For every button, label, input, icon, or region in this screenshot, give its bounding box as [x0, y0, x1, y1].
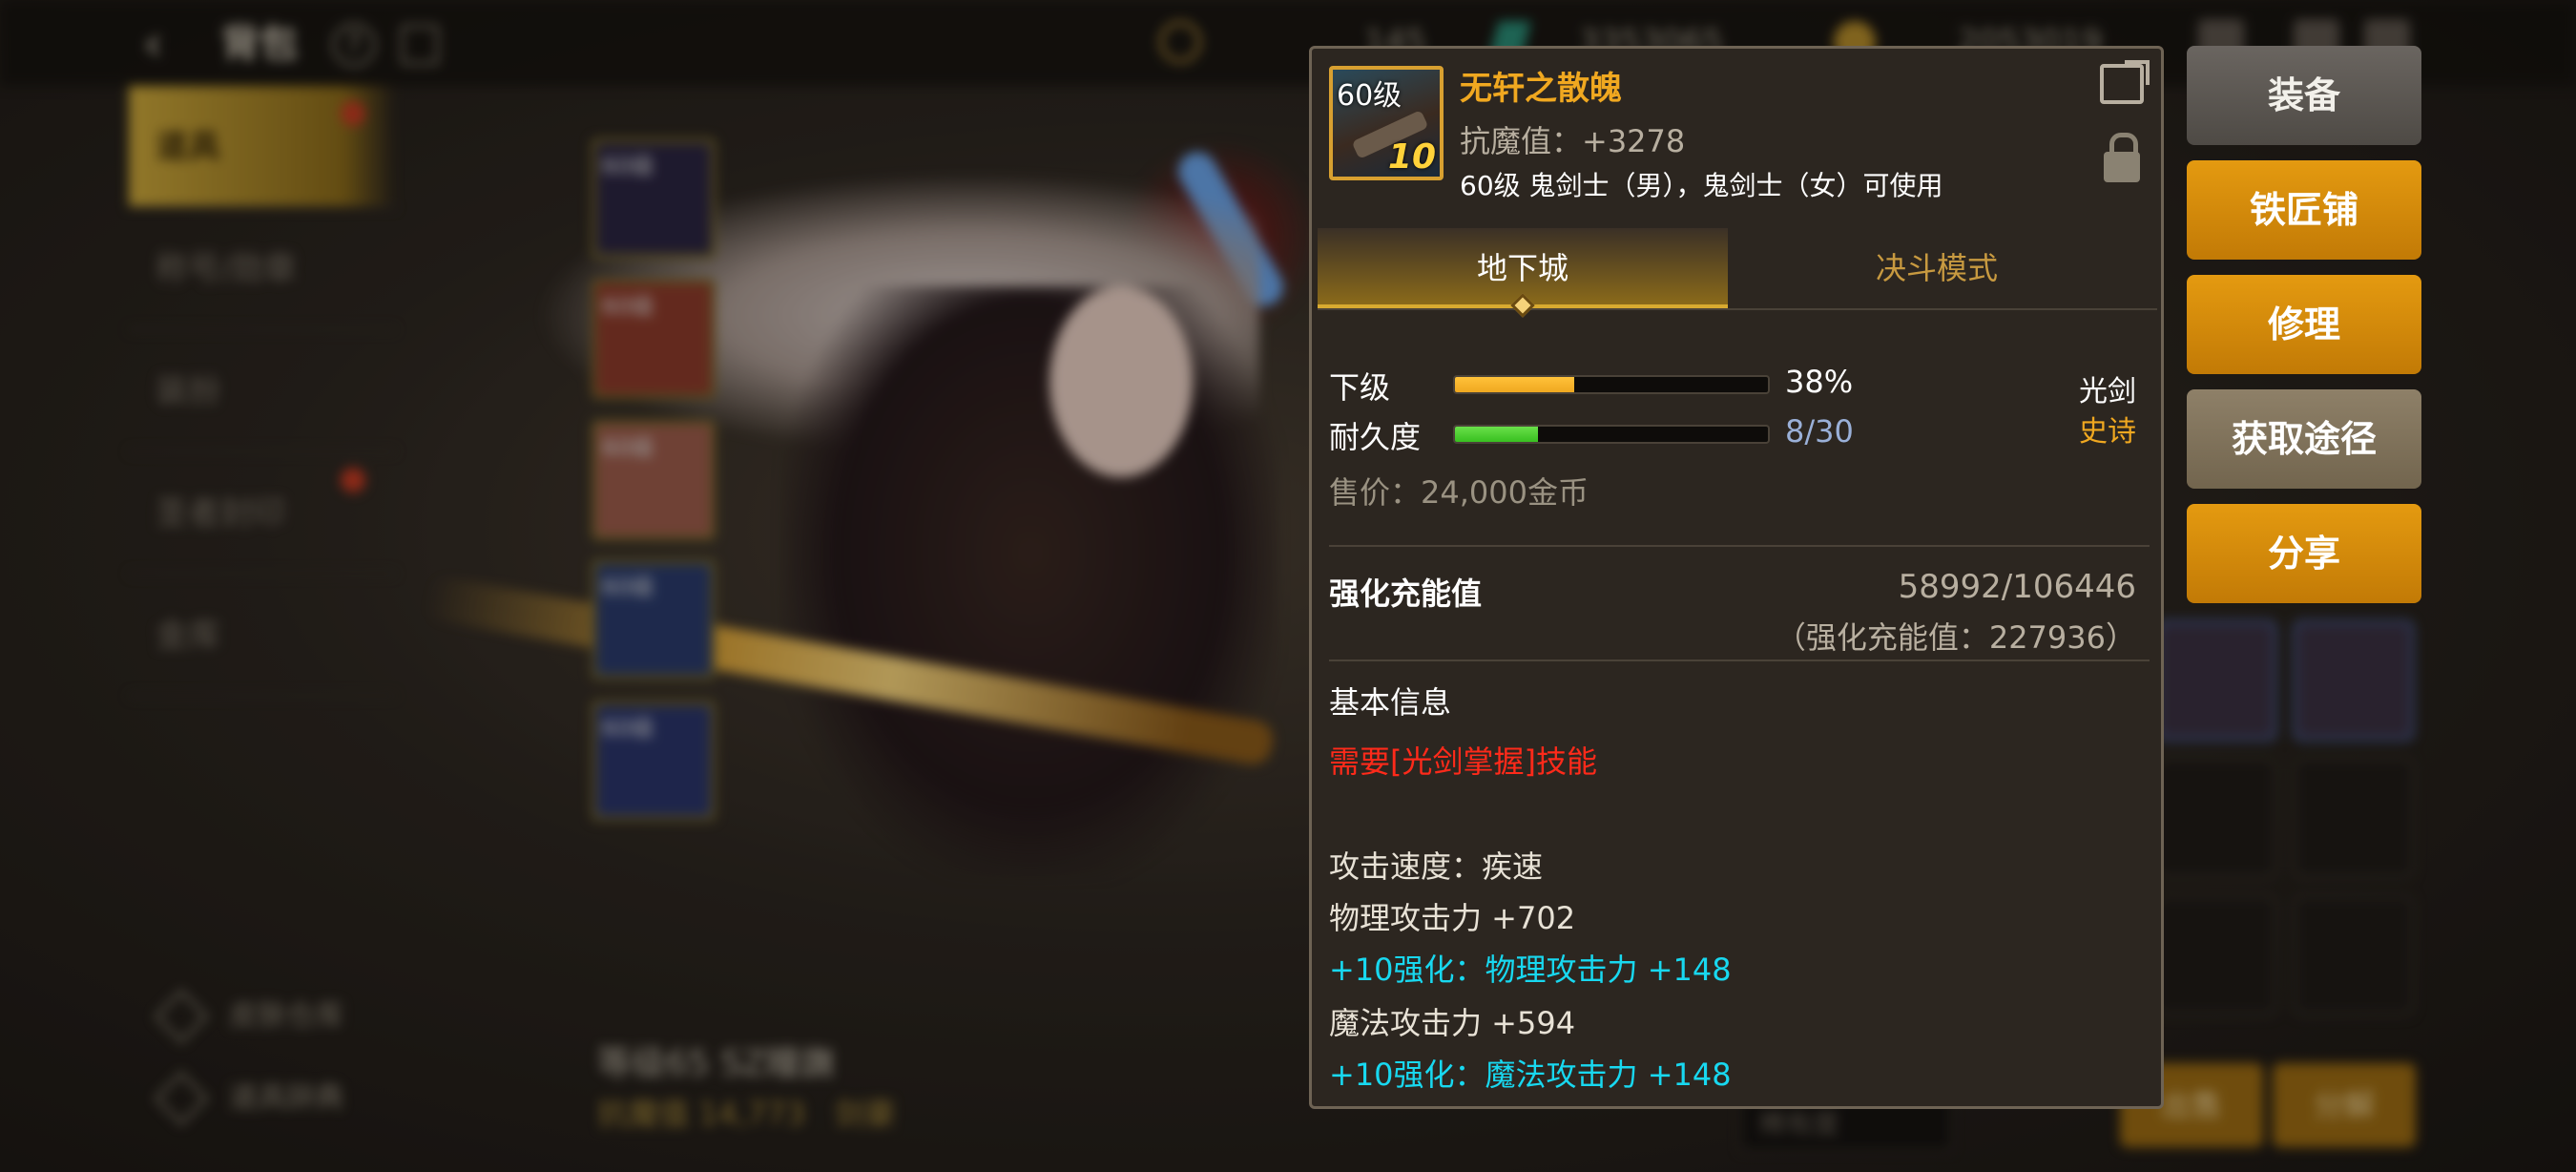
share-out-icon[interactable] — [2100, 60, 2150, 104]
equip-button[interactable]: 装备 — [2187, 46, 2421, 145]
item-tooltip: 60级 10 无轩之散魄 抗魔值：+3278 60级 鬼剑士（男），鬼剑士（女）… — [1309, 46, 2164, 1109]
repair-button[interactable]: 修理 — [2187, 275, 2421, 374]
item-enhance-level: 10 — [1387, 137, 1436, 177]
grade-value: 38% — [1785, 364, 1854, 400]
mode-tabs: 地下城 决斗模式 — [1318, 228, 2157, 318]
grade-bar-fill — [1455, 377, 1574, 392]
magic-attack: 魔法攻击力 +594 — [1329, 1005, 1576, 1041]
skill-requirement: 需要[光剑掌握]技能 — [1329, 743, 1597, 780]
item-name: 无轩之散魄 — [1460, 70, 1622, 108]
durability-bar-fill — [1455, 427, 1539, 442]
grade-label: 下级 — [1329, 369, 1391, 406]
amplify-value: 58992/106446 — [1898, 568, 2136, 606]
item-magic-resist: 抗魔值：+3278 — [1460, 123, 1686, 159]
magic-attack-enhance: +10强化：魔法攻击力 +148 — [1329, 1057, 1732, 1093]
physical-attack: 物理攻击力 +702 — [1329, 900, 1576, 936]
divider — [1329, 545, 2150, 547]
tab-pvp[interactable]: 决斗模式 — [1732, 228, 2142, 308]
attack-speed: 攻击速度：疾速 — [1329, 848, 1544, 885]
item-icon-level: 60级 — [1337, 79, 1402, 113]
durability-label: 耐久度 — [1329, 419, 1422, 455]
physical-attack-enhance: +10强化：物理攻击力 +148 — [1329, 952, 1732, 988]
weapon-type: 光剑 — [2079, 375, 2136, 408]
sell-price: 售价：24,000金币 — [1329, 474, 1589, 511]
amplify-label: 强化充能值 — [1329, 576, 1483, 612]
lock-icon[interactable] — [2104, 133, 2140, 182]
durability-bar — [1453, 425, 1770, 444]
blacksmith-button[interactable]: 铁匠铺 — [2187, 160, 2421, 260]
durability-value: 8/30 — [1785, 413, 1854, 450]
grade-bar — [1453, 375, 1770, 394]
basic-info-title: 基本信息 — [1329, 684, 1452, 721]
amplify-total: （强化充能值：227936） — [1775, 619, 2136, 656]
obtain-route-button[interactable]: 获取途径 — [2187, 389, 2421, 489]
divider — [1329, 659, 2150, 661]
weapon-icon: 60级 10 — [1329, 66, 1444, 180]
item-usable-by: 60级 鬼剑士（男），鬼剑士（女）可使用 — [1460, 170, 1943, 201]
item-rarity: 史诗 — [2079, 415, 2136, 449]
share-button[interactable]: 分享 — [2187, 504, 2421, 603]
